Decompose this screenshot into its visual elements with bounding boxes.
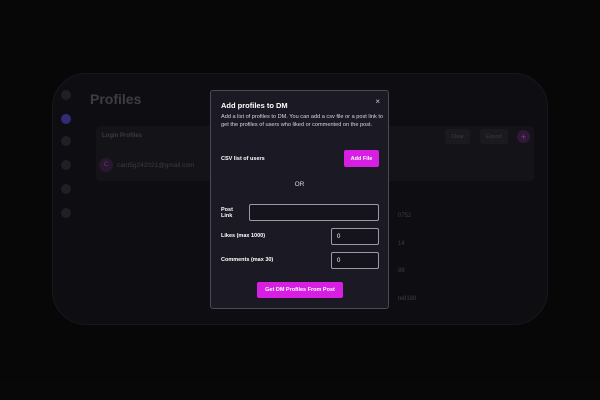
comments-input[interactable]: 0: [331, 252, 379, 269]
close-icon[interactable]: ×: [375, 97, 380, 106]
likes-label: Likes (max 1000): [221, 233, 266, 239]
likes-input[interactable]: 0: [331, 228, 379, 245]
comments-label: Comments (max 30): [221, 257, 274, 263]
modal-description: Add a list of profiles to DM. You can ad…: [221, 114, 383, 129]
modal-title: Add profiles to DM: [221, 101, 288, 110]
add-file-button[interactable]: Add File: [344, 150, 379, 167]
post-link-label-line2: Link: [221, 213, 233, 219]
csv-label: CSV list of users: [221, 156, 265, 162]
post-link-input[interactable]: [249, 204, 379, 221]
get-dm-profiles-button[interactable]: Get DM Profiles From Post: [257, 282, 343, 298]
add-profiles-modal: Add profiles to DM × Add a list of profi…: [210, 90, 389, 309]
or-divider: OR: [294, 181, 305, 188]
